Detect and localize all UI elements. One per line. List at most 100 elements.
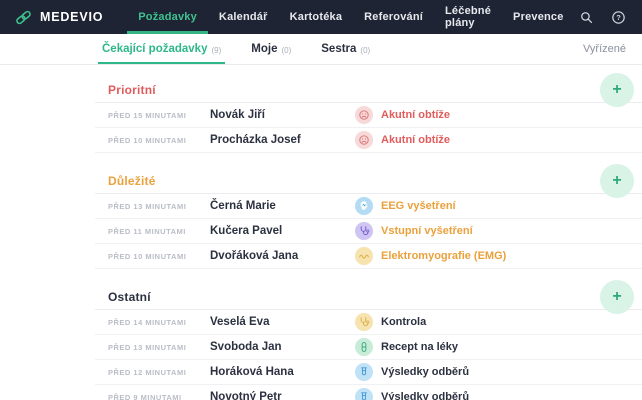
request-time: PŘED 10 MINUTAMI: [108, 136, 210, 145]
patient-name: Svoboda Jan: [210, 341, 355, 353]
request-time: PŘED 10 MINUTAMI: [108, 252, 210, 261]
request-service: Recept na léky: [355, 338, 458, 356]
tab-count: (0): [360, 46, 370, 55]
nav-item-label: Prevence: [513, 11, 564, 23]
patient-name: Procházka Josef: [210, 134, 355, 146]
stethoscope-icon: [355, 313, 373, 331]
request-service: Elektromyografie (EMG): [355, 247, 506, 265]
request-row[interactable]: PŘED 14 MINUTAMI Veselá Eva Kontrola: [95, 310, 642, 335]
request-service: Výsledky odběrů: [355, 363, 469, 381]
nav-item-label: Kartotéka: [290, 11, 343, 23]
request-time: PŘED 12 MINUTAMI: [108, 368, 210, 377]
request-type-label: Výsledky odběrů: [381, 366, 469, 378]
section-header: Prioritní +: [95, 77, 642, 103]
patient-name: Dvořáková Jana: [210, 250, 355, 262]
nav-item-label: Požadavky: [138, 11, 197, 23]
tab-label: Moje: [251, 43, 277, 55]
request-section: Ostatní + PŘED 14 MINUTAMI Veselá Eva Ko…: [95, 284, 642, 400]
nav-item-referov-n-[interactable]: Referování: [353, 0, 434, 34]
nav-item-po-adavky[interactable]: Požadavky: [127, 0, 208, 34]
head-eeg-icon: [355, 197, 373, 215]
request-time: PŘED 11 MINUTAMI: [108, 227, 210, 236]
request-section: Prioritní + PŘED 15 MINUTAMI Novák Jiří …: [95, 77, 642, 153]
patient-name: Horáková Hana: [210, 366, 355, 378]
sad-face-icon: [355, 131, 373, 149]
request-list: Prioritní + PŘED 15 MINUTAMI Novák Jiří …: [0, 65, 642, 400]
test-tube-icon: [355, 363, 373, 381]
request-type-label: Elektromyografie (EMG): [381, 250, 506, 262]
request-service: Vstupní vyšetření: [355, 222, 473, 240]
request-time: PŘED 9 MINUTAMI: [108, 393, 210, 400]
search-icon: [578, 9, 595, 26]
tab[interactable]: Sestra (0): [319, 34, 372, 64]
request-row[interactable]: PŘED 15 MINUTAMI Novák Jiří Akutní obtíž…: [95, 103, 642, 128]
tab[interactable]: Moje (0): [249, 34, 293, 64]
search-button[interactable]: [575, 5, 599, 29]
request-time: PŘED 13 MINUTAMI: [108, 343, 210, 352]
request-service: Akutní obtíže: [355, 106, 450, 124]
request-row[interactable]: PŘED 10 MINUTAMI Dvořáková Jana Elektrom…: [95, 244, 642, 269]
request-service: Kontrola: [355, 313, 426, 331]
section-title: Ostatní: [108, 290, 151, 304]
patient-name: Kučera Pavel: [210, 225, 355, 237]
plus-icon: +: [612, 289, 621, 305]
tab-count: (9): [211, 46, 221, 55]
brand-logo[interactable]: MEDEVIO: [0, 0, 103, 34]
tab-count: (0): [281, 46, 291, 55]
nav-item-prevence[interactable]: Prevence: [502, 0, 575, 34]
request-row[interactable]: PŘED 11 MINUTAMI Kučera Pavel Vstupní vy…: [95, 219, 642, 244]
nav-item-label: Léčebné plány: [445, 5, 491, 29]
request-service: Akutní obtíže: [355, 131, 450, 149]
nav-item-kartot-ka[interactable]: Kartotéka: [279, 0, 354, 34]
patient-name: Veselá Eva: [210, 316, 355, 328]
section-header: Ostatní +: [95, 284, 642, 310]
add-request-button[interactable]: +: [600, 280, 634, 314]
request-section: Důležité + PŘED 13 MINUTAMI Černá Marie …: [95, 168, 642, 269]
test-tube-icon: [355, 388, 373, 400]
request-time: PŘED 14 MINUTAMI: [108, 318, 210, 327]
request-row[interactable]: PŘED 12 MINUTAMI Horáková Hana Výsledky …: [95, 360, 642, 385]
request-type-label: EEG vyšetření: [381, 200, 456, 212]
plus-icon: +: [612, 173, 621, 189]
section-header: Důležité +: [95, 168, 642, 194]
request-row[interactable]: PŘED 9 MINUTAMI Novotný Petr Výsledky od…: [95, 385, 642, 400]
nav-item-l-ebn-pl-ny[interactable]: Léčebné plány: [434, 0, 502, 34]
patient-name: Novák Jiří: [210, 109, 355, 121]
section-rows: PŘED 14 MINUTAMI Veselá Eva Kontrola PŘE…: [95, 310, 642, 400]
main-navigation: Požadavky Kalendář Kartotéka Referování …: [127, 0, 574, 34]
request-type-label: Recept na léky: [381, 341, 458, 353]
brand-name: MEDEVIO: [40, 10, 103, 24]
request-time: PŘED 13 MINUTAMI: [108, 202, 210, 211]
tab-label: Sestra: [321, 43, 356, 55]
tabs: Čekající požadavky (9) Moje (0) Sestra (…: [100, 34, 398, 64]
request-row[interactable]: PŘED 10 MINUTAMI Procházka Josef Akutní …: [95, 128, 642, 153]
pill-icon: [355, 338, 373, 356]
section-rows: PŘED 15 MINUTAMI Novák Jiří Akutní obtíž…: [95, 103, 642, 153]
tab-bar: Čekající požadavky (9) Moje (0) Sestra (…: [0, 34, 642, 65]
navbar-actions: ?: [575, 0, 642, 34]
section-title: Prioritní: [108, 83, 156, 97]
request-type-label: Vstupní vyšetření: [381, 225, 473, 237]
plus-icon: +: [612, 82, 621, 98]
request-time: PŘED 15 MINUTAMI: [108, 111, 210, 120]
stethoscope-icon: [355, 222, 373, 240]
nav-item-kalend-[interactable]: Kalendář: [208, 0, 279, 34]
request-row[interactable]: PŘED 13 MINUTAMI Černá Marie EEG vyšetře…: [95, 194, 642, 219]
nav-item-label: Referování: [364, 11, 423, 23]
request-row[interactable]: PŘED 13 MINUTAMI Svoboda Jan Recept na l…: [95, 335, 642, 360]
help-icon: ?: [610, 9, 627, 26]
tab[interactable]: Čekající požadavky (9): [100, 34, 223, 64]
request-service: Výsledky odběrů: [355, 388, 469, 400]
request-type-label: Výsledky odběrů: [381, 391, 469, 400]
wave-icon: [355, 247, 373, 265]
help-button[interactable]: ?: [607, 5, 631, 29]
resolved-link[interactable]: Vyřízené: [583, 34, 626, 64]
request-type-label: Akutní obtíže: [381, 134, 450, 146]
nav-item-label: Kalendář: [219, 11, 268, 23]
section-rows: PŘED 13 MINUTAMI Černá Marie EEG vyšetře…: [95, 194, 642, 269]
add-request-button[interactable]: +: [600, 73, 634, 107]
add-request-button[interactable]: +: [600, 164, 634, 198]
request-type-label: Akutní obtíže: [381, 109, 450, 121]
tab-label: Čekající požadavky: [102, 43, 207, 55]
svg-text:?: ?: [616, 13, 621, 22]
